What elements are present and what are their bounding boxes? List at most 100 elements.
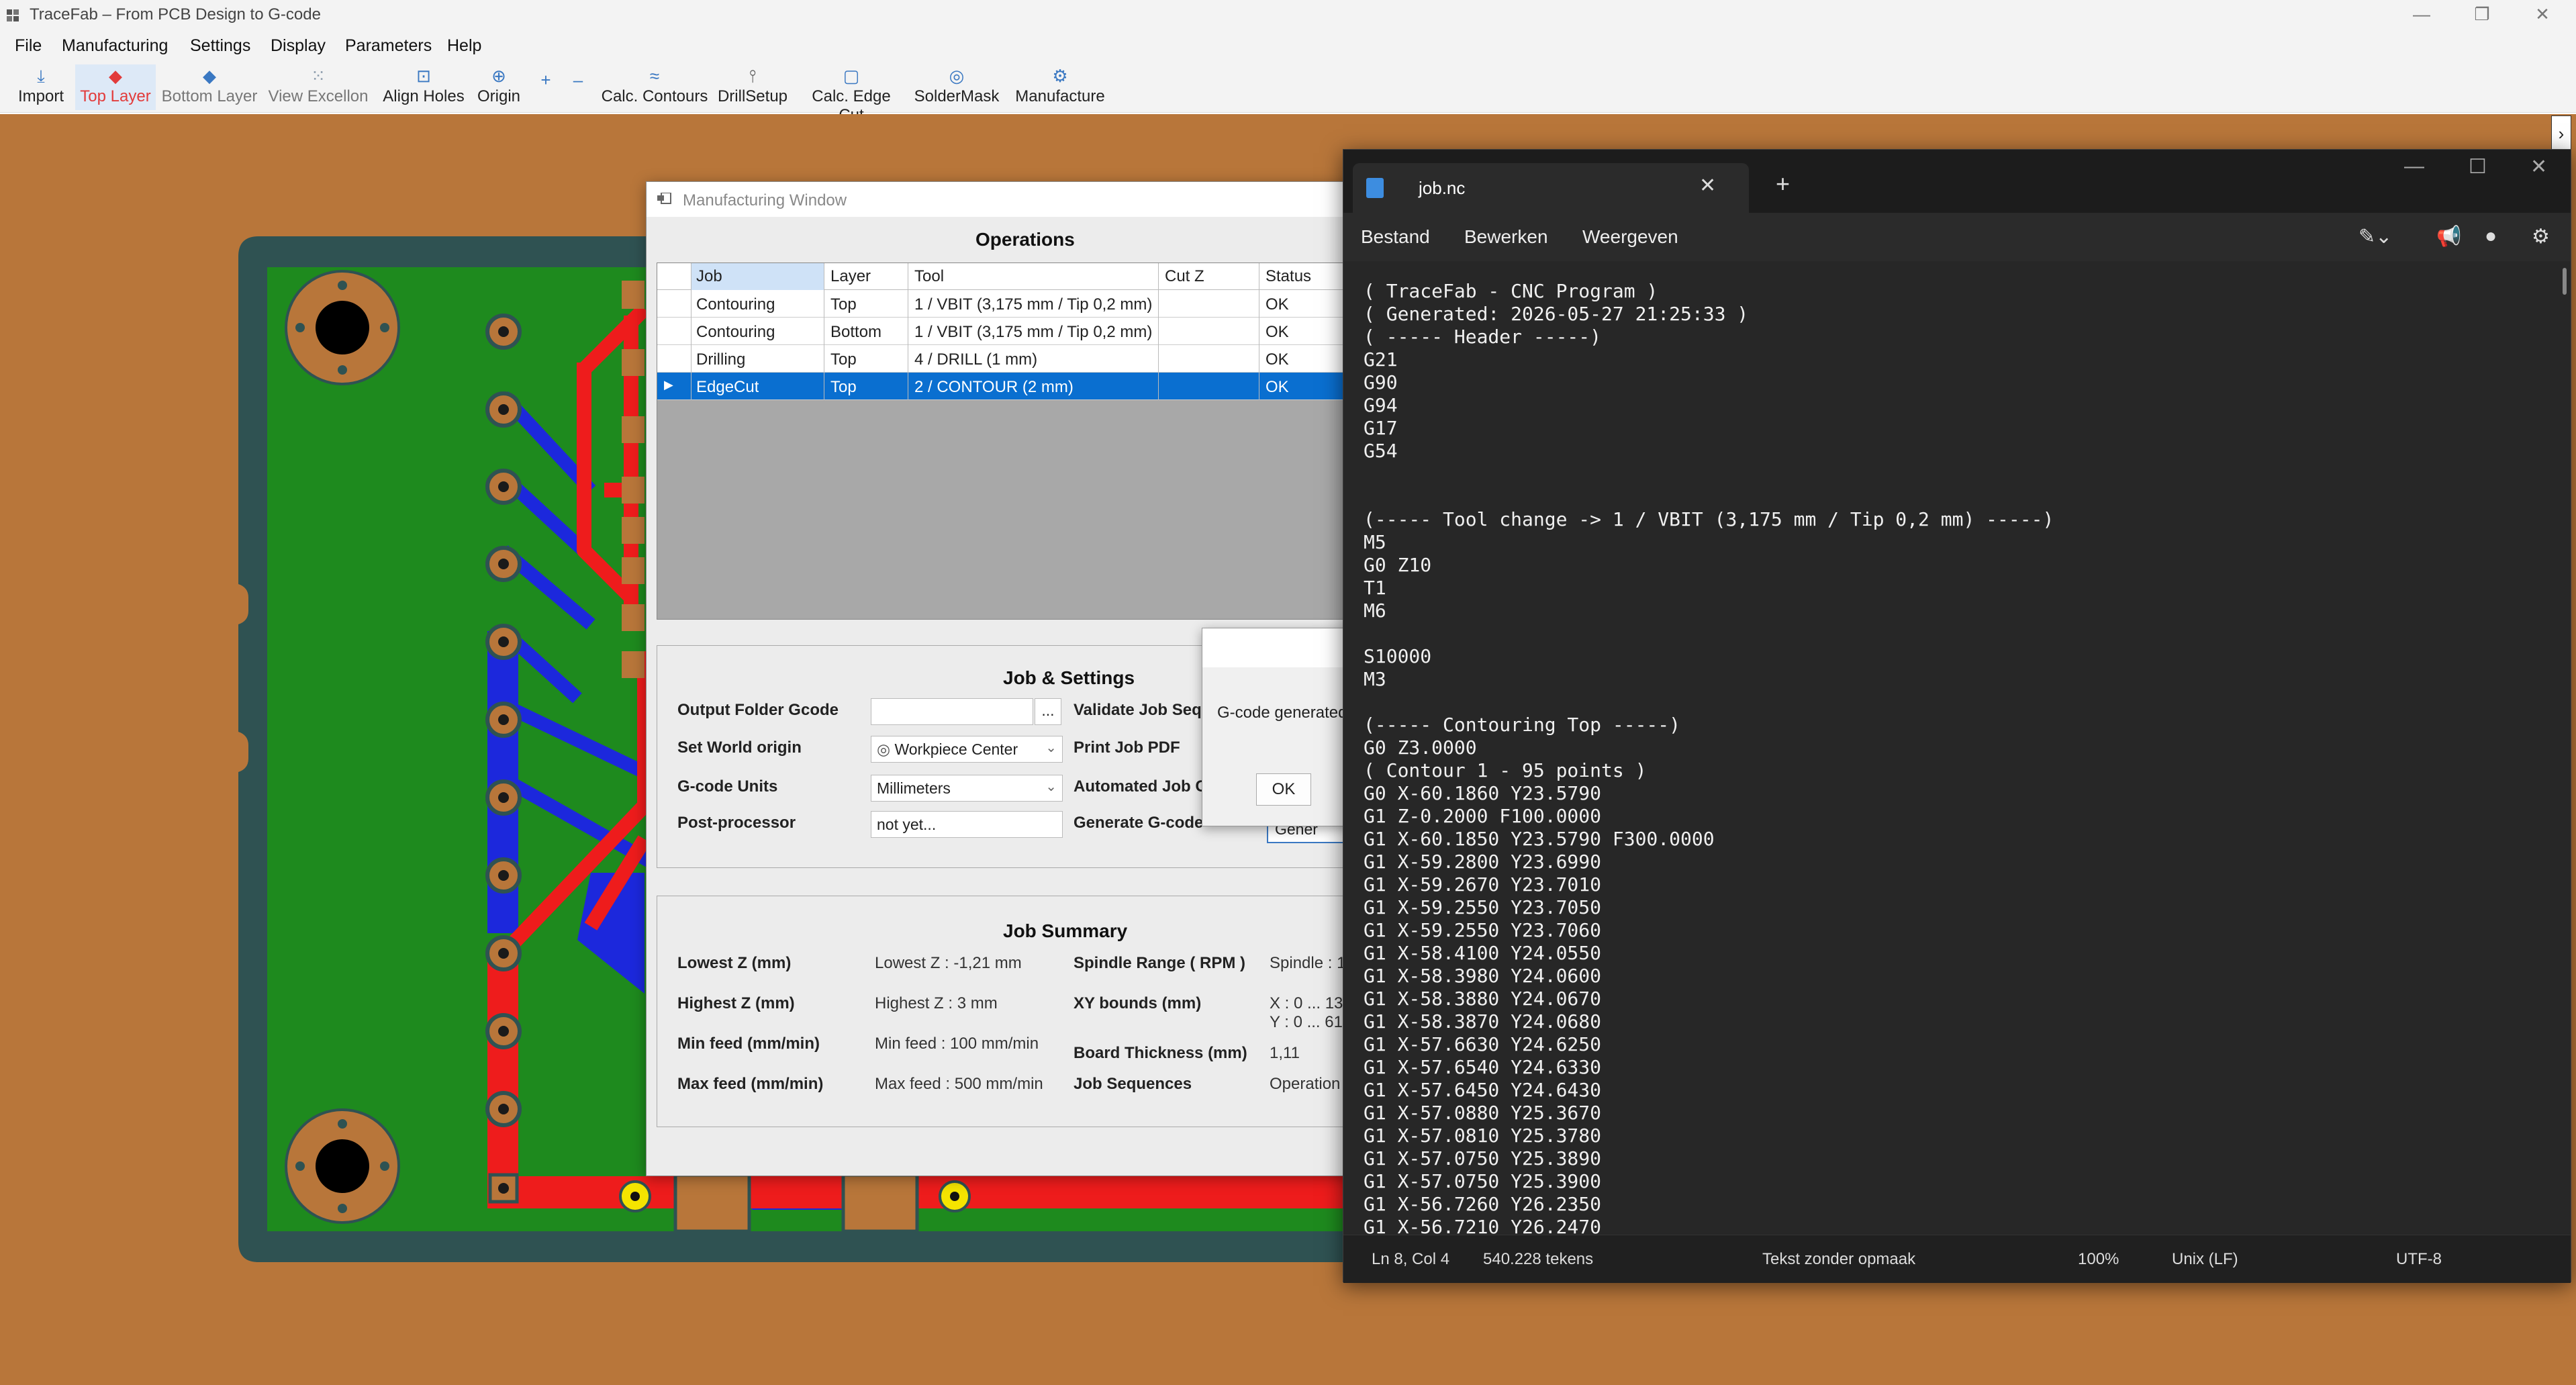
import-button[interactable]: ⤓ Import	[12, 64, 70, 110]
job-sequences-label: Job Sequences	[1074, 1075, 1192, 1093]
manufacturing-window-title: Manufacturing Window	[683, 191, 847, 209]
grid-header: Job Layer Tool Cut Z Status	[657, 263, 1384, 290]
manufacture-button[interactable]: ⚙ Manufacture	[1011, 64, 1109, 110]
crosshair-icon: ⊕	[491, 66, 506, 86]
gcode-text[interactable]: ( TraceFab - CNC Program ) ( Generated: …	[1364, 280, 2054, 1235]
menu-help[interactable]: Help	[447, 36, 481, 56]
spindle-value: Spindle : 1	[1270, 954, 1346, 972]
gear-icon[interactable]: ⚙	[2532, 225, 2550, 248]
menu-display[interactable]: Display	[271, 36, 326, 56]
scrollbar-thumb[interactable]	[2563, 268, 2567, 295]
browse-button[interactable]: ...	[1035, 698, 1061, 725]
toolbar: ⤓ Import ◆ Top Layer ◆ Bottom Layer ⁙ View E…	[0, 62, 2576, 124]
notepad-menu-bar: Bestand Bewerken Weergeven ✎⌄ 📢 ● ⚙	[1343, 213, 2571, 261]
calc-edge-cut-button[interactable]: ▢Calc. Edge Cut	[798, 64, 905, 124]
account-icon[interactable]: ●	[2485, 225, 2497, 248]
print-pdf-label: Print Job PDF	[1074, 738, 1180, 757]
world-origin-select[interactable]: ◎ Workpiece Center ⌄	[871, 736, 1063, 763]
operations-grid[interactable]: Job Layer Tool Cut Z Status Contouring T…	[657, 262, 1385, 620]
align-holes-button[interactable]: ⊡ Align Holes	[380, 64, 467, 110]
job-sequences-value: Operation	[1270, 1075, 1341, 1093]
code-editor[interactable]: ( TraceFab - CNC Program ) ( Generated: …	[1343, 261, 2571, 1235]
output-folder-label: Output Folder Gcode	[677, 701, 839, 719]
postproc-label: Post-processor	[677, 814, 796, 832]
minimize-icon[interactable]: —	[2401, 4, 2442, 25]
postproc-input[interactable]: not yet...	[871, 811, 1063, 838]
menu-bewerken[interactable]: Bewerken	[1464, 226, 1548, 248]
board-thickness-value: 1,11	[1270, 1044, 1300, 1062]
table-row[interactable]: Drilling Top 4 / DRILL (1 mm) OK	[657, 345, 1384, 373]
output-folder-input[interactable]	[871, 698, 1033, 725]
top-layer-button[interactable]: ◆ Top Layer	[75, 64, 156, 110]
text-format[interactable]: Tekst zonder opmaak	[1762, 1250, 1915, 1269]
xy-bounds-y-value: Y : 0 ... 61.	[1270, 1013, 1347, 1031]
xy-bounds-label: XY bounds (mm)	[1074, 994, 1202, 1012]
menu-file[interactable]: File	[15, 36, 42, 56]
restore-icon[interactable]: ❐	[2462, 4, 2502, 25]
zoom-in-icon: +	[540, 70, 551, 90]
zoom-in-button[interactable]: +	[536, 68, 556, 114]
maximize-icon[interactable]: ☐	[2469, 155, 2487, 179]
origin-button[interactable]: ⊕ Origin	[473, 64, 525, 110]
window-title: TraceFab – From PCB Design to G-code	[30, 5, 321, 23]
zoom-level[interactable]: 100%	[2078, 1250, 2119, 1269]
copilot-rewrite-icon[interactable]: ✎⌄	[2358, 225, 2392, 248]
line-ending[interactable]: Unix (LF)	[2172, 1250, 2238, 1269]
layers-blue-icon: ◆	[203, 66, 216, 86]
bottom-layer-button[interactable]: ◆ Bottom Layer	[158, 64, 260, 110]
table-row[interactable]: Contouring Bottom 1 / VBIT (3,175 mm / T…	[657, 318, 1384, 345]
col-job[interactable]: Job	[696, 267, 722, 286]
grid-icon: ⁙	[311, 66, 326, 86]
menu-parameters[interactable]: Parameters	[345, 36, 432, 56]
zoom-out-button[interactable]: –	[568, 68, 588, 114]
align-target-icon: ⊡	[416, 66, 431, 86]
highest-z-value: Highest Z : 3 mm	[875, 994, 998, 1012]
col-tool[interactable]: Tool	[914, 267, 944, 286]
job-summary-title: Job Summary	[1003, 920, 1128, 941]
dialog-message: G-code generated	[1217, 704, 1347, 722]
notepad-tab-bar: job.nc ✕ + — ☐ ✕	[1343, 150, 2571, 213]
calc-contours-button[interactable]: ≈ Calc. Contours	[600, 64, 709, 110]
menu-manufacturing[interactable]: Manufacturing	[62, 36, 168, 56]
job-settings-title: Job & Settings	[1003, 667, 1135, 688]
col-layer[interactable]: Layer	[830, 267, 871, 286]
view-excellon-button[interactable]: ⁙ View Excellon	[266, 64, 371, 110]
col-cutz[interactable]: Cut Z	[1165, 267, 1204, 286]
validate-label: Validate Job Sequ	[1074, 701, 1212, 719]
menu-bestand[interactable]: Bestand	[1361, 226, 1430, 248]
ok-button[interactable]: OK	[1256, 773, 1311, 806]
menu-weergeven[interactable]: Weergeven	[1582, 226, 1678, 248]
table-row-selected[interactable]: ▶ EdgeCut Top 2 / CONTOUR (2 mm) OK	[657, 373, 1384, 400]
title-bar: TraceFab – From PCB Design to G-code — ❐…	[0, 0, 2576, 31]
max-feed-label: Max feed (mm/min)	[677, 1075, 824, 1093]
col-status[interactable]: Status	[1266, 267, 1311, 286]
panel-collapse-button[interactable]: ›	[2551, 115, 2571, 153]
cursor-position: Ln 8, Col 4	[1372, 1250, 1450, 1268]
encoding[interactable]: UTF-8	[2396, 1250, 2442, 1269]
menu-settings[interactable]: Settings	[190, 36, 250, 56]
new-tab-icon[interactable]: +	[1776, 170, 1790, 198]
units-select[interactable]: Millimeters ⌄	[871, 775, 1063, 802]
announcement-icon[interactable]: 📢	[2436, 225, 2461, 248]
app-icon	[7, 9, 19, 21]
board-thickness-label: Board Thickness (mm)	[1074, 1044, 1247, 1062]
edge-cut-icon: ▢	[843, 66, 860, 86]
download-icon: ⤓	[37, 66, 45, 86]
xy-bounds-x-value: X : 0 ... 13	[1270, 994, 1343, 1012]
soldermask-button[interactable]: ◎ SolderMask	[913, 64, 1000, 110]
tab-job-nc[interactable]: job.nc ✕	[1353, 163, 1749, 213]
close-tab-icon[interactable]: ✕	[1699, 174, 1716, 197]
table-row[interactable]: Contouring Top 1 / VBIT (3,175 mm / Tip …	[657, 290, 1384, 318]
zoom-out-icon: –	[573, 70, 583, 90]
drill-setup-button[interactable]: ⫯ DrillSetup	[716, 64, 790, 110]
close-icon[interactable]: ✕	[2530, 155, 2547, 179]
close-icon[interactable]: ✕	[2522, 4, 2563, 25]
layers-red-icon: ◆	[109, 66, 122, 86]
chevron-down-icon: ⌄	[1045, 779, 1057, 794]
contours-icon: ≈	[649, 66, 660, 86]
square-pad-hole	[498, 1183, 509, 1194]
bottom-pad-2	[841, 1173, 919, 1233]
minimize-icon[interactable]: —	[2404, 155, 2424, 178]
notepad-icon	[1366, 178, 1384, 198]
world-origin-label: Set World origin	[677, 738, 802, 757]
